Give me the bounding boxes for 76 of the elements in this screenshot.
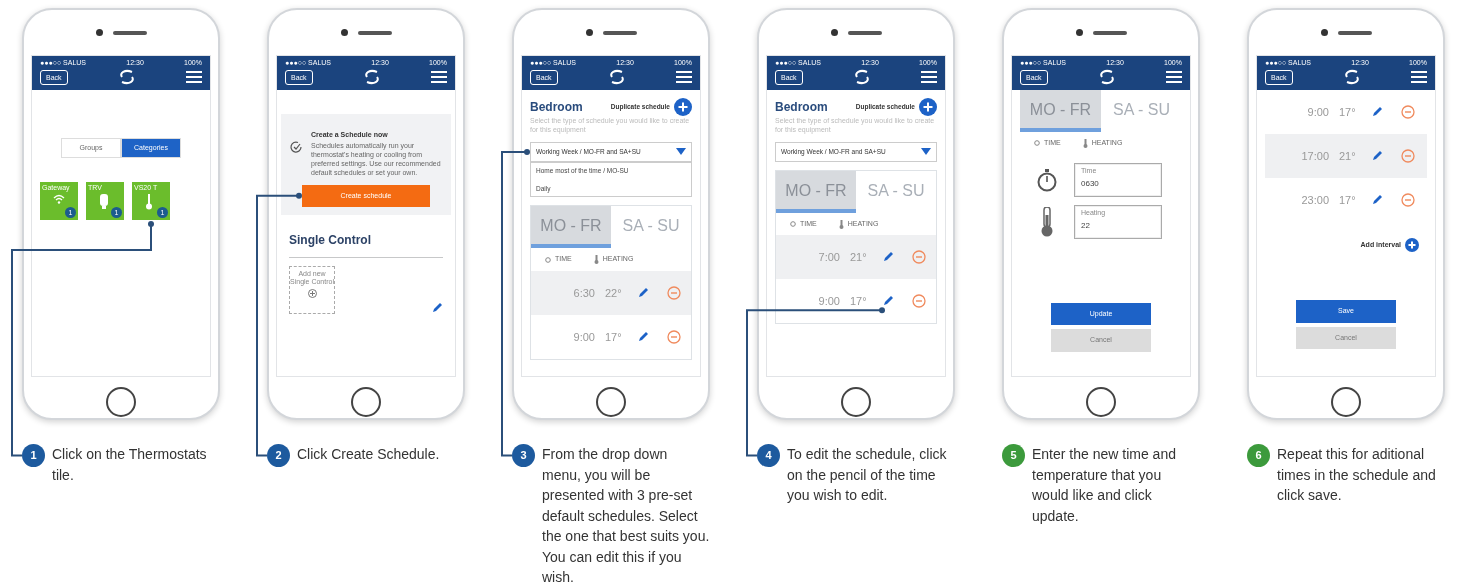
menu-icon[interactable] bbox=[676, 71, 692, 83]
thermometer-icon bbox=[593, 255, 599, 264]
menu-icon[interactable] bbox=[186, 71, 202, 83]
camera-icon bbox=[340, 29, 348, 36]
plus-circle-icon[interactable] bbox=[1405, 238, 1419, 252]
menu-icon[interactable] bbox=[921, 71, 937, 83]
speaker-icon bbox=[112, 30, 147, 35]
step-caption: Click Create Schedule. bbox=[297, 445, 441, 464]
step-caption: Enter the new time and temperature that you would like and click update. bbox=[1032, 445, 1177, 526]
step-number: 4 bbox=[757, 444, 780, 467]
home-button[interactable] bbox=[106, 387, 136, 417]
pencil-icon[interactable] bbox=[431, 302, 443, 314]
plus-circle-icon[interactable] bbox=[674, 98, 692, 116]
home-button[interactable] bbox=[1086, 387, 1116, 417]
room-title: Bedroom bbox=[775, 99, 828, 116]
plus-circle-icon[interactable] bbox=[307, 289, 317, 298]
speaker-icon bbox=[1337, 30, 1372, 35]
home-button[interactable] bbox=[351, 387, 381, 417]
interval-temperature: 17° bbox=[605, 329, 623, 345]
step-caption: From the drop down menu, you will be presented with 3 pre-set default schedules. Select the one that best suits you. You can edit this if you wish. bbox=[542, 445, 710, 587]
camera-icon bbox=[585, 29, 593, 36]
plus-circle-icon[interactable] bbox=[919, 98, 937, 116]
step-caption: Repeat this for aditional times in the schedule and click save. bbox=[1277, 445, 1437, 505]
room-title: Bedroom bbox=[530, 99, 583, 116]
stopwatch-icon bbox=[1036, 167, 1058, 192]
interval-time: 6:30 bbox=[572, 285, 595, 301]
speaker-icon bbox=[1092, 30, 1127, 35]
valve-icon bbox=[99, 194, 109, 210]
speaker-icon bbox=[847, 30, 882, 35]
step-number: 3 bbox=[512, 444, 535, 467]
camera-icon bbox=[830, 29, 838, 36]
caret-icon bbox=[921, 148, 931, 156]
home-button[interactable] bbox=[1331, 387, 1361, 417]
thermometer-icon bbox=[1040, 206, 1054, 237]
interval-temperature: 17° bbox=[1339, 104, 1357, 120]
interval-temperature: 21° bbox=[1339, 148, 1357, 164]
clock-check-icon bbox=[289, 140, 303, 154]
interval-time: 9:00 bbox=[1306, 104, 1329, 120]
camera-icon bbox=[1320, 29, 1328, 36]
pencil-icon[interactable] bbox=[1371, 106, 1383, 118]
camera-icon bbox=[95, 29, 103, 36]
pencil-icon[interactable] bbox=[1371, 194, 1383, 206]
step-number: 6 bbox=[1247, 444, 1270, 467]
step-number: 2 bbox=[267, 444, 290, 467]
interval-temperature: 17° bbox=[850, 294, 868, 309]
home-button[interactable] bbox=[841, 387, 871, 417]
step-caption: Click on the Thermostats tile. bbox=[52, 445, 208, 485]
interval-time: 17:00 bbox=[1300, 148, 1329, 164]
pencil-icon[interactable] bbox=[882, 295, 894, 308]
thermometer-icon bbox=[1082, 138, 1088, 148]
menu-icon[interactable] bbox=[1411, 71, 1427, 83]
speaker-icon bbox=[602, 30, 637, 35]
interval-time: 7:00 bbox=[817, 250, 840, 265]
wifi-icon bbox=[53, 194, 65, 204]
section-title: Single Control bbox=[289, 232, 372, 249]
home-button[interactable] bbox=[596, 387, 626, 417]
step-caption: To edit the schedule, click on the pencil of the time you wish to edit. bbox=[787, 445, 948, 505]
interval-temperature: 17° bbox=[1339, 192, 1357, 208]
thermometer-icon bbox=[838, 219, 844, 229]
pencil-icon[interactable] bbox=[637, 330, 649, 343]
interval-temperature: 21° bbox=[850, 250, 868, 265]
menu-icon[interactable] bbox=[431, 71, 447, 83]
pencil-icon[interactable] bbox=[637, 286, 649, 299]
pencil-icon[interactable] bbox=[1371, 150, 1383, 162]
interval-temperature: 22° bbox=[605, 285, 623, 301]
speaker-icon bbox=[357, 30, 392, 35]
thermometer-icon bbox=[145, 194, 153, 210]
interval-time: 23:00 bbox=[1300, 192, 1329, 208]
interval-time: 9:00 bbox=[572, 329, 595, 345]
caret-icon bbox=[676, 148, 686, 156]
step-number: 5 bbox=[1002, 444, 1025, 467]
interval-time: 9:00 bbox=[817, 294, 840, 309]
pencil-icon[interactable] bbox=[882, 251, 894, 264]
camera-icon bbox=[1075, 29, 1083, 36]
menu-icon[interactable] bbox=[1166, 71, 1182, 83]
step-number: 1 bbox=[22, 444, 45, 467]
